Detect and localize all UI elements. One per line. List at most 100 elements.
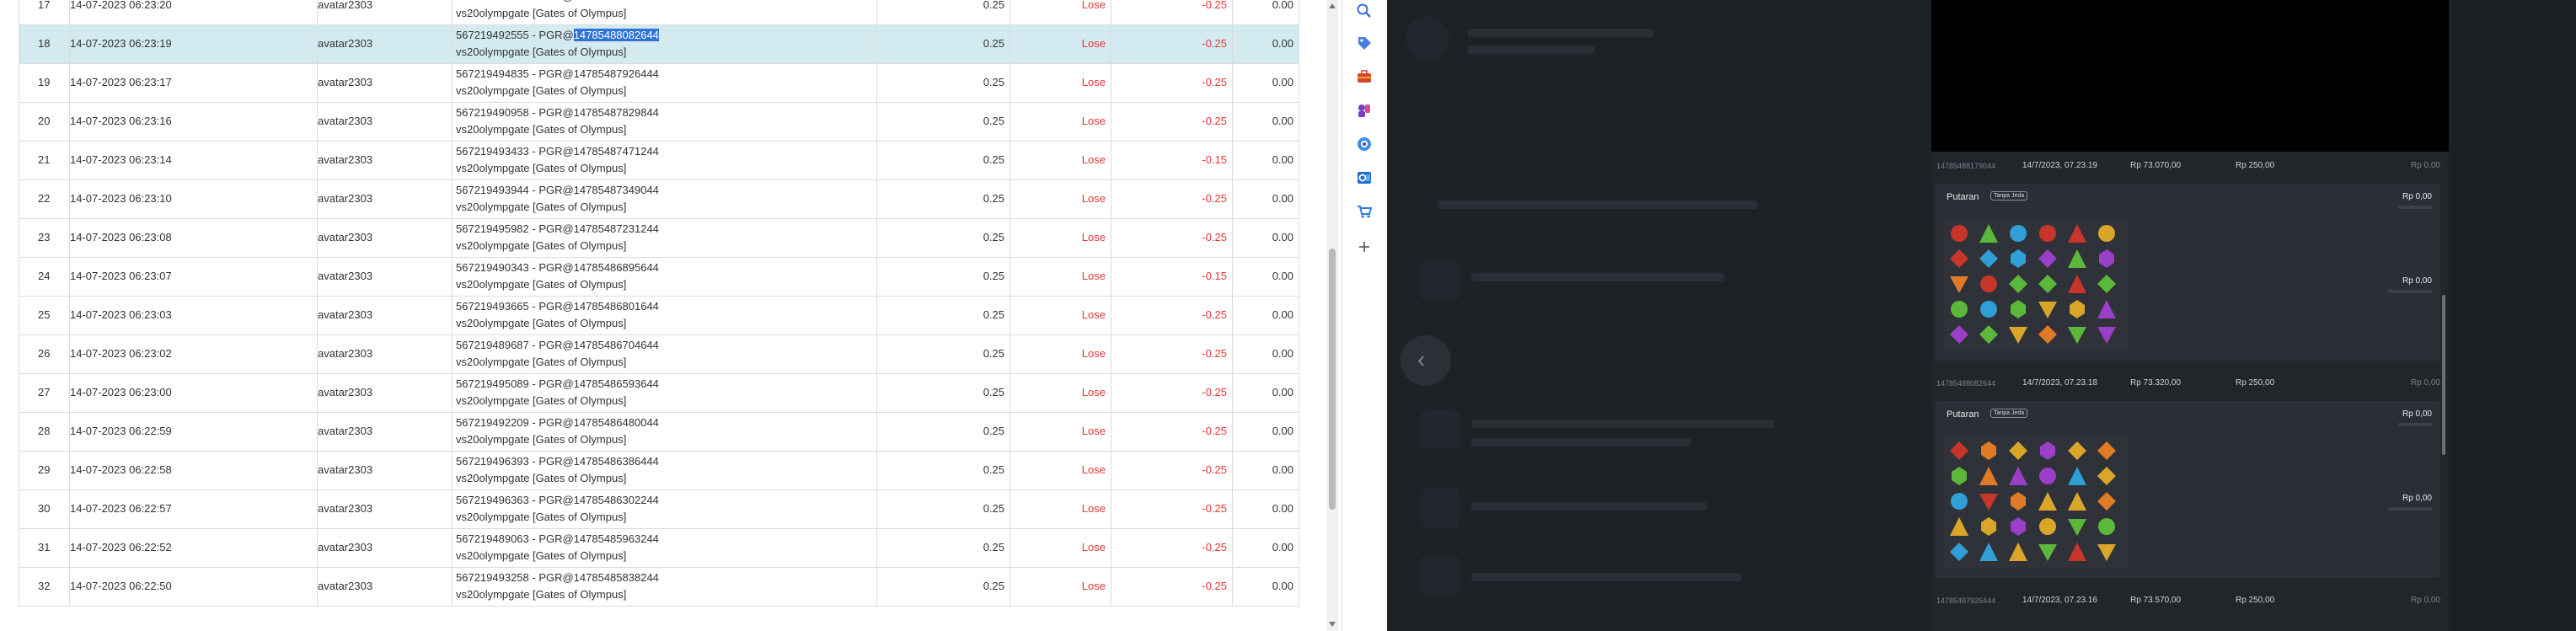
tag-icon[interactable] [1355, 34, 1374, 52]
faded-thumbnail [1421, 556, 1459, 595]
transaction-cell: 567219493665 - PGR@14785486801644 vs20oly… [452, 297, 876, 334]
game-name: vs20olympgate [Gates of Olympus] [456, 201, 627, 213]
result-cell: Lose [1010, 0, 1111, 24]
panel-scrollbar[interactable] [2442, 295, 2445, 455]
table-row[interactable]: 22 14-07-2023 06:23:10 avatar2303 567219493… [19, 180, 1299, 219]
transaction-id-prefix: 567219492555 - PGR@ [456, 29, 574, 41]
result-cell: Lose [1010, 142, 1111, 179]
row-number: 17 [38, 0, 51, 11]
datetime: 14-07-2023 06:23:02 [70, 347, 172, 360]
table-row[interactable]: 26 14-07-2023 06:23:02 avatar2303 567219489… [19, 335, 1299, 374]
balance-amount: 0.00 [1272, 502, 1293, 515]
table-row[interactable]: 18 14-07-2023 06:23:19 avatar2303 567219492… [19, 25, 1299, 64]
history-row[interactable]: 14785488179044 14/7/2023, 07.23.19 Rp 73… [1931, 158, 2449, 174]
card-tag: Tanpa Jeda [1990, 409, 2028, 418]
result-status: Lose [1081, 425, 1106, 437]
user-cell: avatar2303 [317, 568, 452, 606]
table-row[interactable]: 27 14-07-2023 06:23:00 avatar2303 567219495… [19, 374, 1299, 413]
bet-amount: 0.25 [983, 231, 1004, 243]
plus-icon[interactable] [1355, 238, 1374, 256]
shopping-cart-icon[interactable] [1355, 202, 1374, 221]
balance-amount: 0.00 [1272, 386, 1293, 398]
table-row[interactable]: 21 14-07-2023 06:23:14 avatar2303 567219493… [19, 142, 1299, 180]
datetime: 14-07-2023 06:22:52 [70, 541, 172, 553]
winloss-cell: -0.25 [1111, 335, 1232, 373]
row-number: 21 [38, 153, 51, 166]
search-icon[interactable] [1355, 2, 1374, 20]
game-name: vs20olympgate [Gates of Olympus] [456, 394, 627, 407]
balance-cell: 0.00 [1232, 452, 1299, 489]
datetime: 14-07-2023 06:23:14 [70, 153, 172, 166]
datetime-cell: 14-07-2023 06:23:00 [69, 374, 317, 412]
bet-cell: 0.25 [876, 103, 1010, 141]
game-name: vs20olympgate [Gates of Olympus] [456, 356, 627, 368]
copilot-icon[interactable] [1355, 135, 1374, 153]
result-cell: Lose [1010, 452, 1111, 489]
faded-text [1468, 45, 1594, 54]
bet-cell: 0.25 [876, 64, 1010, 102]
table-row[interactable]: 23 14-07-2023 06:23:08 avatar2303 567219495… [19, 219, 1299, 258]
transaction-id: 567219489063 - PGR@14785485963244 [456, 532, 659, 545]
table-row[interactable]: 17 14-07-2023 06:23:20 avatar2303 567219492… [19, 0, 1299, 25]
scroll-down-arrow-icon[interactable] [1329, 622, 1336, 627]
transaction-id: 567219492555 - PGR@14785488082644 [456, 29, 659, 41]
history-row[interactable]: 14785488082644 14/7/2023, 07.23.18 Rp 73… [1931, 376, 2449, 391]
balance-amount: 0.00 [1272, 115, 1293, 127]
datetime-cell: 14-07-2023 06:23:19 [69, 25, 317, 63]
table-row[interactable]: 30 14-07-2023 06:22:57 avatar2303 567219496… [19, 490, 1299, 529]
transaction-id: 567219493665 - PGR@14785486801644 [456, 300, 659, 313]
scrollbar-thumb[interactable] [1329, 249, 1336, 510]
bet-cell: 0.25 [876, 335, 1010, 373]
round-id: 14785487926444 [1936, 596, 1996, 605]
bet-cell: 0.25 [876, 529, 1010, 567]
balance-amount: 0.00 [1272, 425, 1293, 437]
table-row[interactable]: 20 14-07-2023 06:23:16 avatar2303 567219490… [19, 103, 1299, 142]
transaction-report: 17 14-07-2023 06:23:20 avatar2303 567219492… [0, 0, 1342, 631]
row-number-cell: 19 [19, 64, 69, 102]
games-icon[interactable] [1355, 101, 1374, 120]
outlook-icon[interactable] [1355, 168, 1374, 187]
game-name: vs20olympgate [Gates of Olympus] [456, 45, 627, 58]
bet-cell: 0.25 [876, 258, 1010, 296]
table-row[interactable]: 31 14-07-2023 06:22:52 avatar2303 567219489… [19, 529, 1299, 568]
bet-cell: 0.25 [876, 25, 1010, 63]
datetime: 14-07-2023 06:23:08 [70, 231, 172, 243]
card-subtext [2398, 423, 2432, 426]
win-loss-amount: -0.25 [1202, 425, 1227, 437]
transaction-id: 567219490958 - PGR@14785487829844 [456, 106, 659, 119]
table-row[interactable]: 25 14-07-2023 06:23:03 avatar2303 567219493… [19, 297, 1299, 335]
table-row[interactable]: 32 14-07-2023 06:22:50 avatar2303 567219493… [19, 568, 1299, 607]
round-bet: Rp 250,00 [2236, 378, 2275, 388]
table-row[interactable]: 24 14-07-2023 06:23:07 avatar2303 567219490… [19, 258, 1299, 297]
transaction-id: 567219493944 - PGR@14785487349044 [456, 184, 659, 196]
transaction-cell: 567219494835 - PGR@14785487926444 vs20oly… [452, 64, 876, 102]
result-cell: Lose [1010, 413, 1111, 451]
result-status: Lose [1081, 308, 1106, 321]
faded-thumbnail [1421, 489, 1459, 527]
selected-text[interactable]: 14785488082644 [573, 29, 659, 41]
bet-amount: 0.25 [983, 463, 1004, 476]
username: avatar2303 [318, 76, 373, 88]
user-cell: avatar2303 [317, 219, 452, 257]
table-row[interactable]: 19 14-07-2023 06:23:17 avatar2303 567219494… [19, 64, 1299, 103]
user-cell: avatar2303 [317, 142, 452, 179]
game-name: vs20olympgate [Gates of Olympus] [456, 317, 627, 329]
table-row[interactable]: 29 14-07-2023 06:22:58 avatar2303 567219496… [19, 452, 1299, 490]
history-row[interactable]: 14785487926444 14/7/2023, 07.23.16 Rp 73… [1931, 593, 2449, 608]
slot-reels-grid [1943, 436, 2129, 568]
datetime: 14-07-2023 06:23:10 [70, 192, 172, 205]
back-button[interactable]: ‹ [1400, 335, 1451, 386]
game-name: vs20olympgate [Gates of Olympus] [456, 239, 627, 252]
user-cell: avatar2303 [317, 335, 452, 373]
user-cell: avatar2303 [317, 490, 452, 528]
winloss-cell: -0.25 [1111, 452, 1232, 489]
briefcase-icon[interactable] [1355, 67, 1374, 86]
table-row[interactable]: 28 14-07-2023 06:22:59 avatar2303 567219492… [19, 413, 1299, 452]
report-scrollbar[interactable] [1326, 0, 1338, 631]
win-loss-amount: -0.15 [1202, 270, 1227, 282]
faded-text [1471, 420, 1775, 428]
bet-amount: 0.25 [983, 153, 1004, 166]
result-status: Lose [1081, 580, 1106, 592]
scroll-up-arrow-icon[interactable] [1329, 3, 1336, 8]
result-status: Lose [1081, 115, 1106, 127]
